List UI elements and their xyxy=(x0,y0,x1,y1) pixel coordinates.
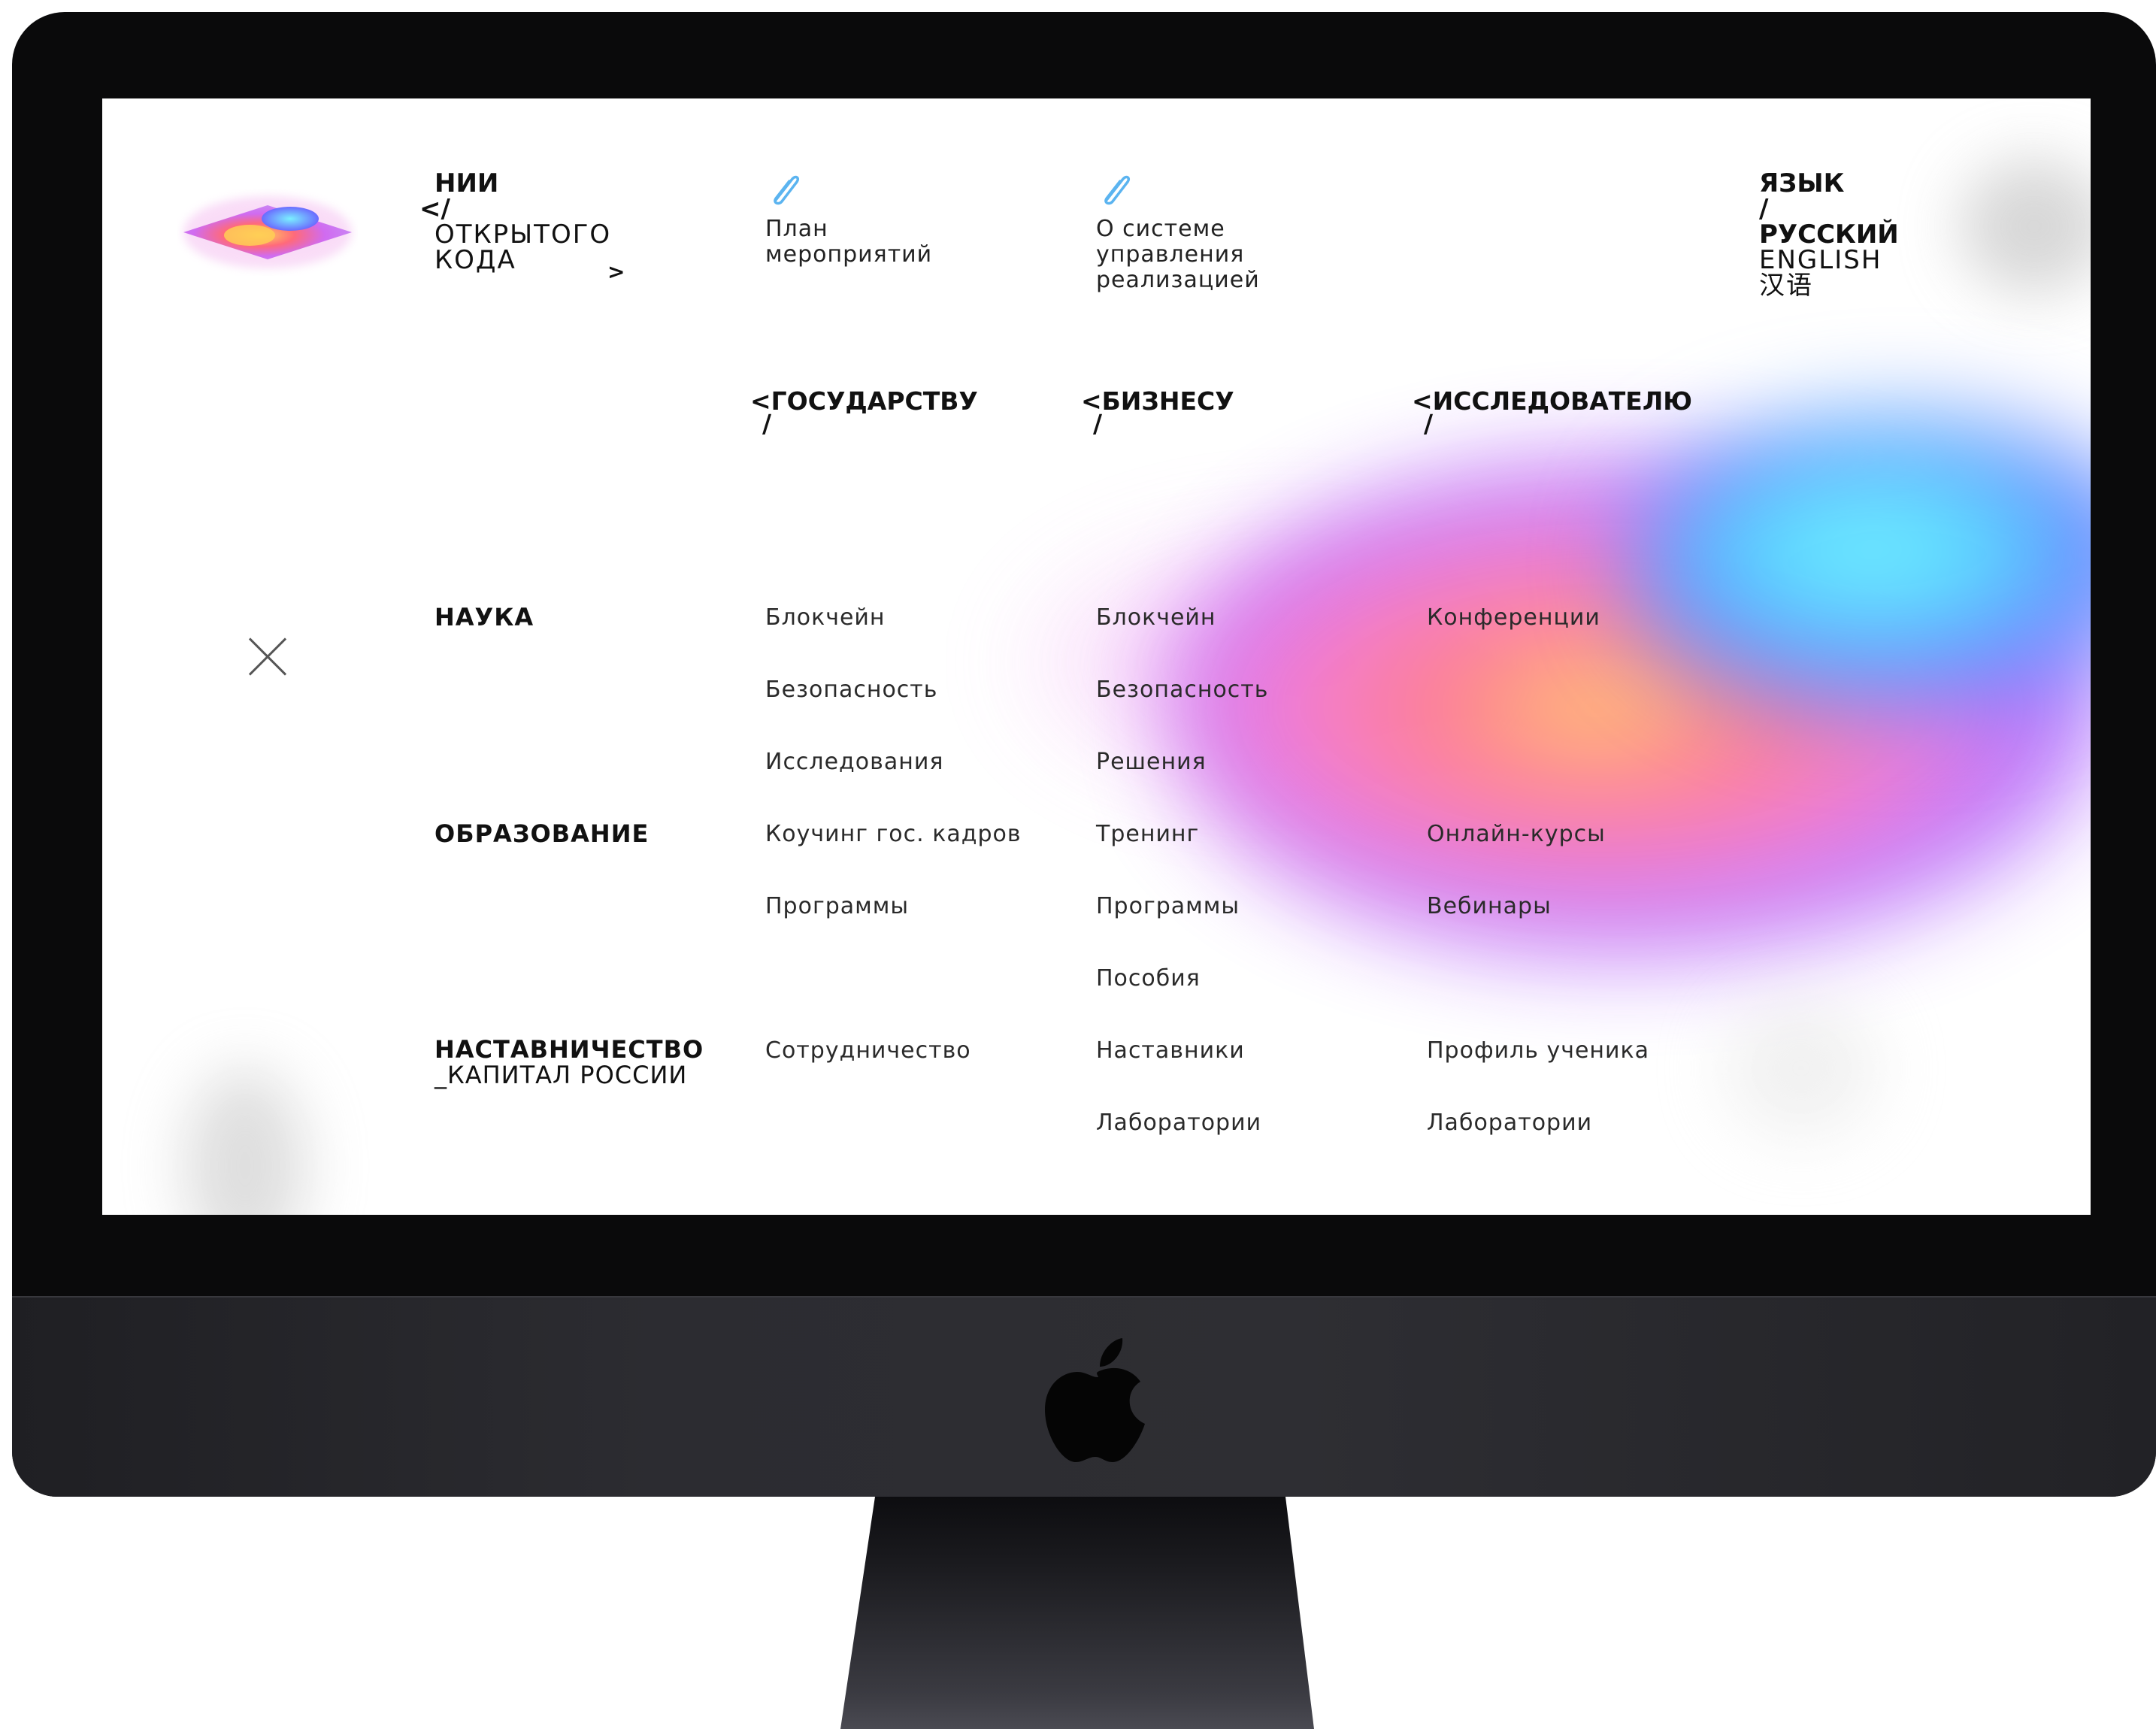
language-current[interactable]: РУССКИЙ xyxy=(1759,222,1899,247)
category-label: ОБРАЗОВАНИЕ xyxy=(435,819,650,848)
paperclip-icon xyxy=(774,175,800,205)
brand-line: КОДА xyxy=(435,245,516,275)
category-label: НАСТАВНИЧЕСТВО xyxy=(435,1035,704,1064)
decor-blob xyxy=(1004,519,1516,805)
menu-link-business-programs[interactable]: Программы xyxy=(1096,894,1240,919)
menu-link-gov-coaching[interactable]: Коучинг гос. кадров xyxy=(765,822,1022,847)
holographic-logo[interactable] xyxy=(177,181,358,279)
language-switcher: ЯЗЫК / РУССКИЙ ENGLISH 汉语 xyxy=(1759,171,1899,298)
brand-line: </ xyxy=(419,194,450,224)
menu-link-business-solutions[interactable]: Решения xyxy=(1096,749,1207,775)
decor-blob xyxy=(1959,159,2091,294)
nav-link-label: План мероприятий xyxy=(765,216,933,268)
menu-link-business-training[interactable]: Тренинг xyxy=(1096,822,1199,847)
menu-link-gov-blockchain[interactable]: Блокчейн xyxy=(765,605,886,631)
category-education[interactable]: ОБРАЗОВАНИЕ xyxy=(435,821,649,846)
audience-label: <ГОСУДАРСТВУ xyxy=(750,386,978,416)
nav-link-label: О системе управления реализацией xyxy=(1096,216,1260,293)
menu-link-gov-programs[interactable]: Программы xyxy=(765,894,909,919)
audience-tab-business[interactable]: <БИЗНЕСУ / xyxy=(1081,389,1234,438)
language-option-chinese[interactable]: 汉语 xyxy=(1759,273,1899,298)
paperclip-icon xyxy=(1104,175,1131,205)
screen: НИИ </ ОТКРЫТОГО КОДА > План мероприятий… xyxy=(102,98,2091,1215)
close-icon[interactable] xyxy=(248,637,287,677)
menu-link-research-conferences[interactable]: Конференции xyxy=(1427,605,1600,631)
menu-link-research-labs[interactable]: Лаборатории xyxy=(1427,1110,1592,1136)
audience-tab-researcher[interactable]: <ИССЛЕДОВАТЕЛЮ / xyxy=(1412,389,1692,438)
menu-link-gov-research[interactable]: Исследования xyxy=(765,749,943,775)
menu-link-research-online-courses[interactable]: Онлайн-курсы xyxy=(1427,822,1606,847)
decor-blob xyxy=(1628,414,2091,715)
category-mentorship[interactable]: НАСТАВНИЧЕСТВО _КАПИТАЛ РОССИИ xyxy=(435,1037,704,1088)
monitor-stand xyxy=(840,1497,1314,1729)
brand-title[interactable]: НИИ </ ОТКРЫТОГО КОДА > xyxy=(419,168,625,284)
audience-label: <БИЗНЕСУ xyxy=(1081,386,1234,416)
menu-link-business-mentors[interactable]: Наставники xyxy=(1096,1038,1245,1064)
brand-line: ОТКРЫТОГО xyxy=(435,220,612,250)
menu-link-research-student-profile[interactable]: Профиль ученика xyxy=(1427,1038,1649,1064)
menu-link-business-blockchain[interactable]: Блокчейн xyxy=(1096,605,1216,631)
language-option-english[interactable]: ENGLISH xyxy=(1759,247,1899,273)
audience-slash: / xyxy=(762,409,772,438)
nav-link-management-system[interactable]: О системе управления реализацией xyxy=(1096,170,1260,293)
menu-link-gov-cooperation[interactable]: Сотрудничество xyxy=(765,1038,971,1064)
menu-link-business-labs[interactable]: Лаборатории xyxy=(1096,1110,1261,1136)
audience-slash: / xyxy=(1093,409,1103,438)
brand-line: > xyxy=(607,259,625,284)
decor-blob xyxy=(1726,1001,1876,1136)
menu-link-gov-security[interactable]: Безопасность xyxy=(765,677,937,703)
menu-link-research-webinars[interactable]: Вебинары xyxy=(1427,894,1552,919)
language-title: ЯЗЫК xyxy=(1759,168,1845,198)
language-slash: / xyxy=(1759,194,1769,224)
menu-link-business-manuals[interactable]: Пособия xyxy=(1096,966,1201,992)
audience-slash: / xyxy=(1424,409,1434,438)
audience-tab-government[interactable]: <ГОСУДАРСТВУ / xyxy=(750,389,978,438)
category-sublabel: _КАПИТАЛ РОССИИ xyxy=(435,1061,688,1089)
brand-line: НИИ xyxy=(435,168,499,198)
audience-label: <ИССЛЕДОВАТЕЛЮ xyxy=(1412,386,1692,416)
category-label: НАУКА xyxy=(435,603,534,631)
decor-blob xyxy=(185,1068,305,1215)
category-science[interactable]: НАУКА xyxy=(435,604,534,630)
nav-link-events-plan[interactable]: План мероприятий xyxy=(765,170,932,268)
apple-logo-icon xyxy=(1045,1338,1145,1462)
menu-link-business-security[interactable]: Безопасность xyxy=(1096,677,1268,703)
decor-blob xyxy=(1170,452,2091,963)
